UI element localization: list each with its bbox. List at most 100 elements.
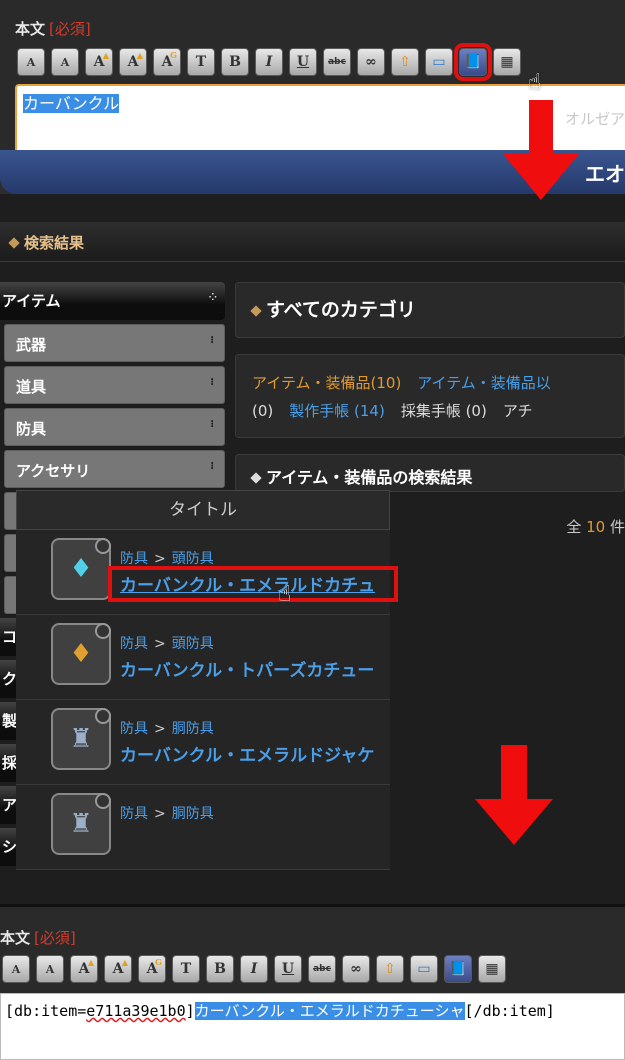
tab-gathering-log[interactable]: 採集手帳 (0) [401, 402, 487, 420]
required-marker: [必須] [34, 929, 76, 947]
italic-icon: I [265, 54, 273, 70]
font-size-small-button[interactable]: A [36, 955, 64, 983]
site-brand: エオ [585, 162, 625, 186]
chevron-right-icon: ⁝ [210, 335, 214, 346]
tab-items[interactable]: アイテム・装備品(10) [252, 374, 401, 392]
all-categories-panel: すべてのカテゴリ [235, 282, 625, 338]
path-separator: > [154, 636, 166, 652]
item-thumbnail[interactable]: ♦ [51, 623, 111, 685]
body-label-text: 本文 [0, 929, 31, 947]
body-textarea[interactable]: [db:item=e711a39e1b0]カーバンクル・エメラルドカチューシャ[… [0, 993, 625, 1060]
subheading-text: アイテム・装備品の検索結果 [266, 468, 473, 487]
tag-close: [/db:item] [464, 1002, 555, 1020]
item-category-path[interactable]: 防具 > 頭防具 [120, 548, 214, 568]
tab-items-other[interactable]: アイテム・装備品以 [417, 374, 551, 392]
database-link-button[interactable]: 📘 [444, 955, 472, 983]
text-style-button[interactable]: T [172, 955, 200, 983]
font-size-smaller-button[interactable]: A [2, 955, 30, 983]
italic-button[interactable]: I [255, 48, 283, 76]
strikethrough-button[interactable]: abc [308, 955, 336, 983]
tag-item-text: カーバンクル・エメラルドカチューシャ [194, 1002, 465, 1020]
sidebar-item[interactable]: 武器 ⁝ [4, 324, 225, 362]
video-button[interactable]: ▦ [478, 955, 506, 983]
font-size-small-icon: A [45, 962, 55, 976]
link-button[interactable]: ∞ [357, 48, 385, 76]
sidebar-item[interactable]: 防具 ⁝ [4, 408, 225, 446]
item-thumbnail[interactable]: ♦ [51, 538, 111, 600]
item-category-path[interactable]: 防具 > 胴防具 [120, 803, 214, 823]
arrow-down-icon [503, 100, 579, 202]
superscript-marker-icon: ▲ [136, 50, 143, 60]
upload-icon: ⇧ [384, 961, 396, 977]
superscript-marker-icon: ▲ [87, 957, 94, 967]
table-body: ♦ 防具 > 頭防具 カーバンクル・エメラルドカチュ ☝ ♦ 防具 > 頭防具 カーバンクル・トパー… [16, 530, 398, 870]
total-count: 全 10 件 [566, 516, 625, 537]
item-category: 防具 [120, 721, 148, 737]
total-number: 10 [586, 518, 606, 536]
path-separator: > [154, 806, 166, 822]
database-link-icon: 📘 [464, 54, 482, 70]
bold-button[interactable]: B [206, 955, 234, 983]
search-results-heading: 検索結果 [0, 222, 625, 262]
sidebar-item-label: 道具 [16, 378, 47, 396]
strikethrough-button[interactable]: abc [323, 48, 351, 76]
upload-icon: ⇧ [399, 54, 411, 70]
hand-cursor-icon: ☝ [528, 70, 542, 95]
sidebar-item-label: 武器 [16, 336, 47, 354]
text-style-button[interactable]: T [187, 48, 215, 76]
item-category-path[interactable]: 防具 > 頭防具 [120, 633, 214, 653]
item-name-link[interactable]: カーバンクル・トパーズカチュー [120, 656, 374, 681]
font-size-large-button[interactable]: A ▲ [85, 48, 113, 76]
font-size-larger-button[interactable]: A ▲ [104, 955, 132, 983]
sidebar-item[interactable]: 道具 ⁝ [4, 366, 225, 404]
superscript-marker-icon: ▲ [121, 957, 128, 967]
font-size-large-button[interactable]: A ▲ [70, 955, 98, 983]
font-size-small-button[interactable]: A [51, 48, 79, 76]
upload-button[interactable]: ⇧ [391, 48, 419, 76]
database-link-icon: 📘 [449, 961, 467, 977]
link-icon: ∞ [350, 961, 362, 977]
database-link-button[interactable]: 📘 [454, 43, 492, 81]
font-size-smaller-button[interactable]: A [17, 48, 45, 76]
hq-ring-icon [95, 793, 111, 809]
font-size-larger-button[interactable]: A ▲ [119, 48, 147, 76]
underline-button[interactable]: U [289, 48, 317, 76]
font-color-button[interactable]: AG [138, 955, 166, 983]
sidebar-item[interactable]: アイテム ⁘ [0, 282, 225, 320]
item-category-path[interactable]: 防具 > 胴防具 [120, 718, 214, 738]
tag-hash: e711a39e1b0 [86, 1002, 186, 1020]
tab-achievements[interactable]: アチ [503, 402, 533, 420]
item-subcategory: 頭防具 [171, 551, 214, 567]
expand-icon: ⁘ [208, 292, 217, 303]
image-icon: ▭ [432, 54, 446, 70]
body-label-text: 本文 [15, 20, 46, 38]
tab-crafting-log[interactable]: 製作手帳 (14) [289, 402, 385, 420]
headgear-icon: ♦ [69, 554, 93, 584]
strikethrough-icon: abc [313, 964, 331, 974]
item-name-link[interactable]: カーバンクル・エメラルドジャケ [120, 741, 374, 766]
bold-button[interactable]: B [221, 48, 249, 76]
italic-button[interactable]: I [240, 955, 268, 983]
image-button[interactable]: ▭ [425, 48, 453, 76]
image-button[interactable]: ▭ [410, 955, 438, 983]
highlight-box [108, 566, 398, 602]
tag-open-suffix: ] [185, 1002, 195, 1020]
sidebar-item[interactable]: アクセサリ ⁝ [4, 450, 225, 488]
sidebar-item-label: 防具 [16, 420, 47, 438]
hq-ring-icon [95, 538, 111, 554]
video-button[interactable]: ▦ [493, 48, 521, 76]
upload-button[interactable]: ⇧ [376, 955, 404, 983]
strikethrough-icon: abc [328, 57, 346, 67]
font-color-button[interactable]: AG [153, 48, 181, 76]
hand-cursor-icon: ☝ [278, 582, 292, 607]
bold-icon: B [229, 54, 241, 70]
image-icon: ▭ [417, 961, 431, 977]
table-row: ♜ 防具 > 胴防具カーバンクル・エメラルドジャケ [16, 700, 390, 785]
link-button[interactable]: ∞ [342, 955, 370, 983]
body-label: 本文 [必須] [15, 18, 91, 39]
table-header: タイトル [16, 490, 390, 530]
item-thumbnail[interactable]: ♜ [51, 708, 111, 770]
selected-text: カーバンクル [23, 94, 120, 113]
item-thumbnail[interactable]: ♜ [51, 793, 111, 855]
underline-button[interactable]: U [274, 955, 302, 983]
